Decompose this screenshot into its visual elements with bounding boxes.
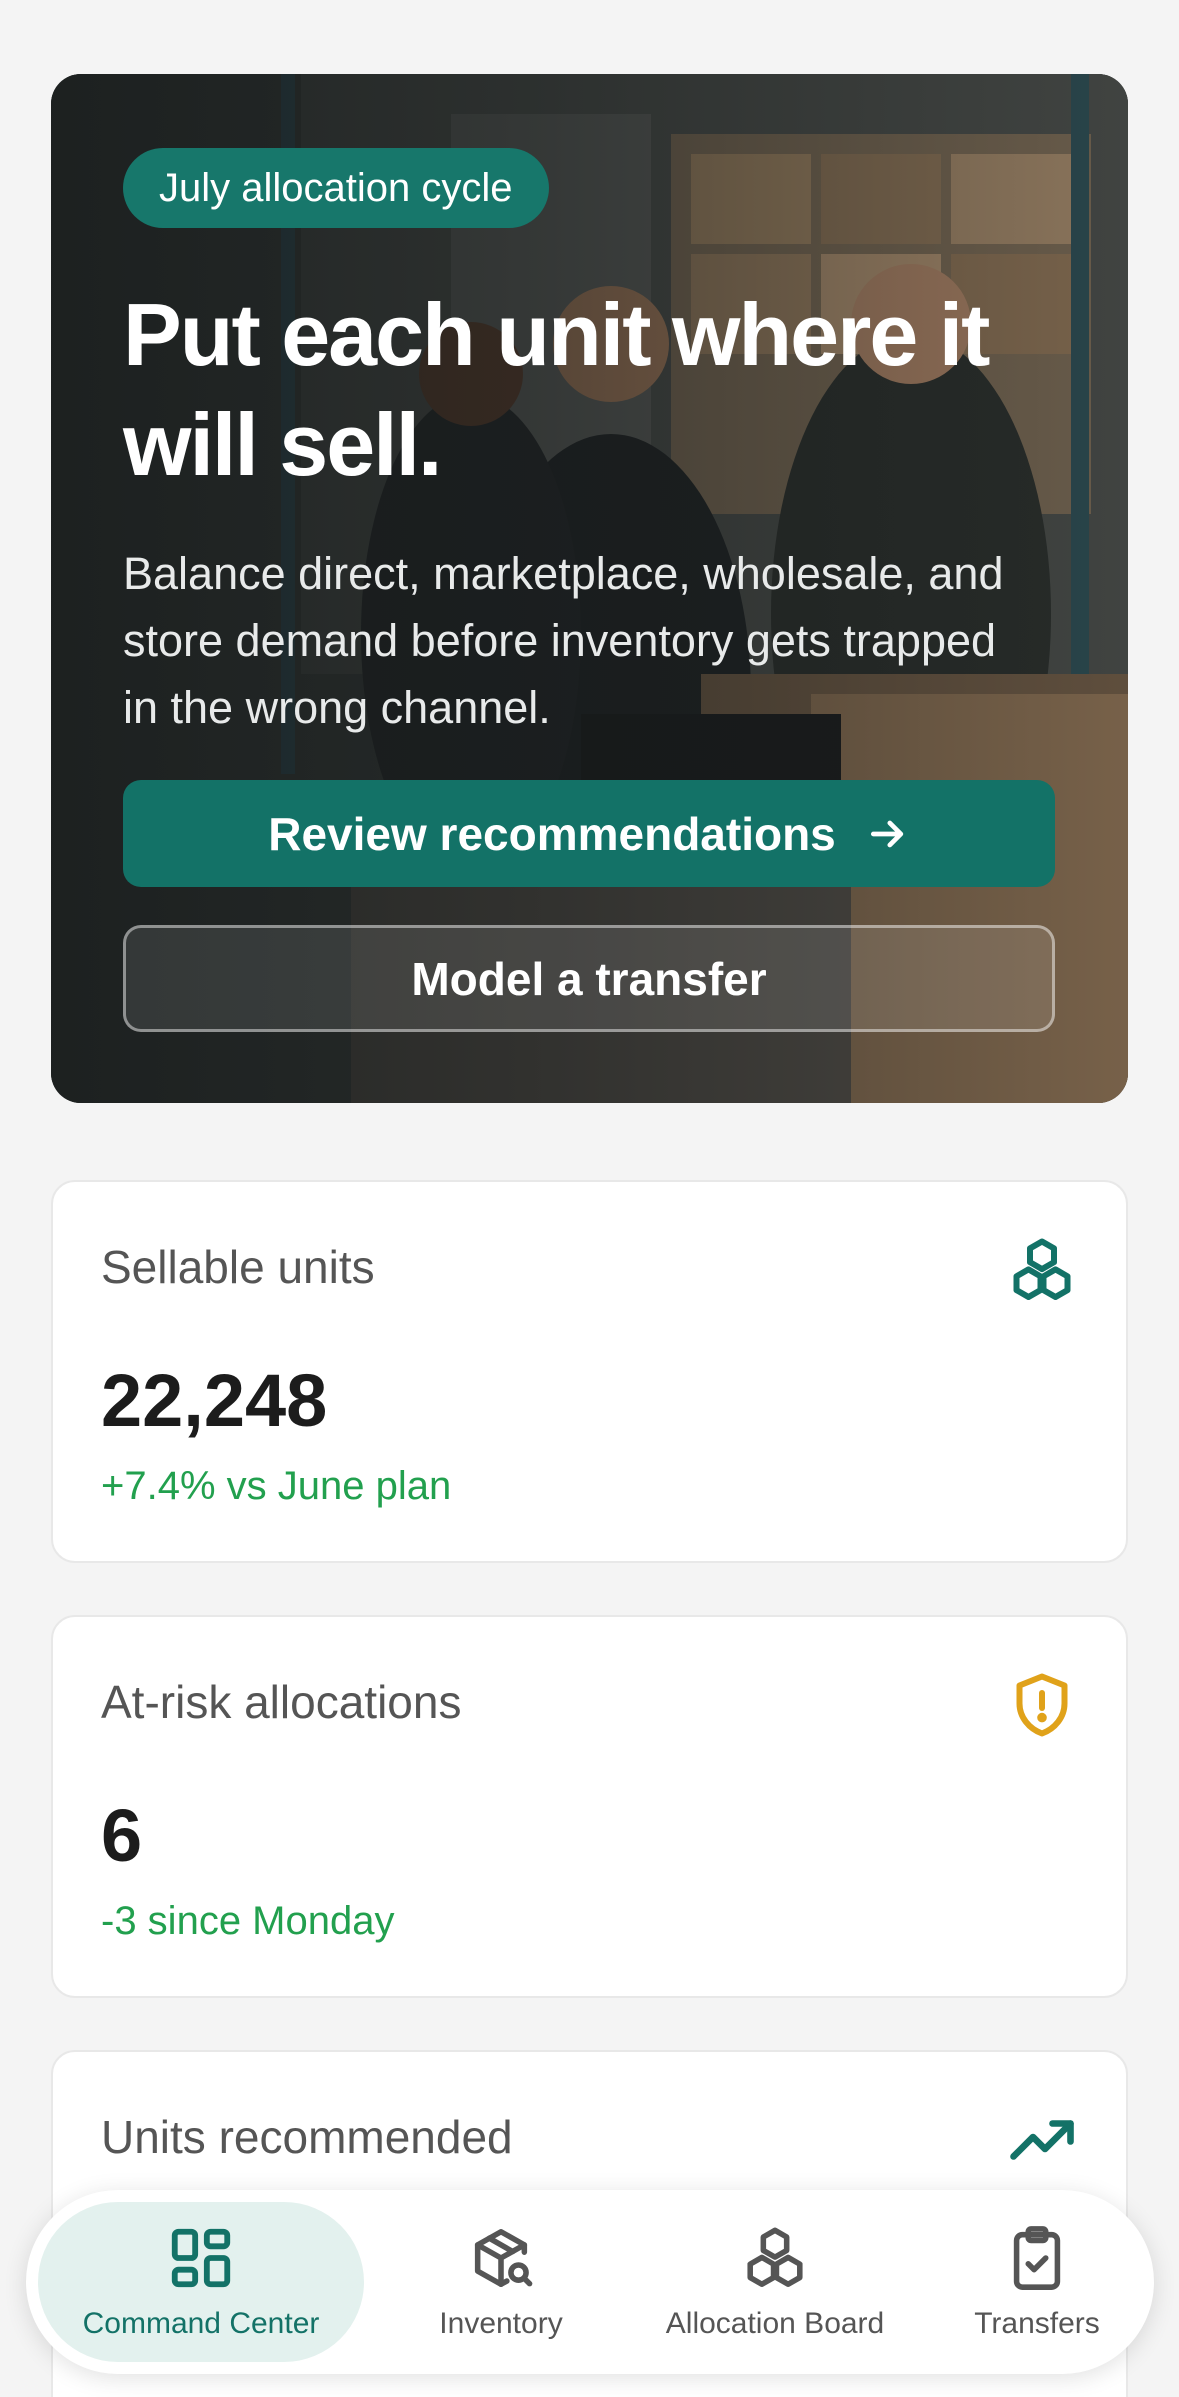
trending-up-icon	[1010, 2120, 1074, 2160]
bottom-navigation: Command Center Inventory Allocation Boar…	[26, 2190, 1154, 2374]
metric-card-at-risk-allocations[interactable]: At-risk allocations 6 -3 since Monday	[51, 1615, 1128, 1998]
metric-label: Sellable units	[101, 1241, 375, 1293]
nav-label: Inventory	[439, 2307, 563, 2340]
nav-item-command-center[interactable]: Command Center	[38, 2202, 364, 2362]
hero-subtitle: Balance direct, marketplace, wholesale, …	[123, 548, 1004, 733]
nav-label: Command Center	[82, 2307, 320, 2340]
metric-delta: +7.4% vs June plan	[101, 1464, 452, 1508]
hero-title: Put each unit where it will sell.	[123, 285, 990, 494]
metric-label: Units recommended	[101, 2111, 513, 2163]
nav-label: Transfers	[974, 2307, 1100, 2340]
metric-value: 22,248	[101, 1359, 328, 1442]
metric-delta: -3 since Monday	[101, 1899, 395, 1943]
nav-label: Allocation Board	[665, 2307, 885, 2340]
cycle-badge: July allocation cycle	[123, 148, 549, 228]
nav-item-inventory[interactable]: Inventory	[386, 2202, 616, 2362]
hero-content: July allocation cycle Put each unit wher…	[123, 148, 1068, 741]
model-transfer-button[interactable]: Model a transfer	[123, 925, 1055, 1032]
package-search-icon	[474, 2228, 533, 2288]
metric-value: 6	[101, 1794, 143, 1877]
nav-item-allocation-board[interactable]: Allocation Board	[630, 2202, 920, 2362]
metric-card-sellable-units[interactable]: Sellable units 22,248 +7.4% vs June plan	[51, 1180, 1128, 1563]
hero-banner: July allocation cycle Put each unit wher…	[51, 74, 1128, 1103]
metric-label: At-risk allocations	[101, 1676, 462, 1728]
cubes-icon	[1013, 1238, 1071, 1300]
shield-alert-icon	[1016, 1673, 1068, 1737]
arrow-right-icon	[870, 820, 903, 847]
review-recommendations-button[interactable]: Review recommendations	[123, 780, 1055, 887]
review-recommendations-label: Review recommendations	[268, 807, 836, 860]
boxes-icon	[747, 2227, 803, 2288]
model-transfer-label: Model a transfer	[411, 952, 767, 1005]
grid-icon	[171, 2228, 231, 2288]
clipboard-check-icon	[1013, 2226, 1061, 2290]
nav-item-transfers[interactable]: Transfers	[932, 2202, 1142, 2362]
command-center-screen: July allocation cycle Put each unit wher…	[0, 0, 1179, 2397]
